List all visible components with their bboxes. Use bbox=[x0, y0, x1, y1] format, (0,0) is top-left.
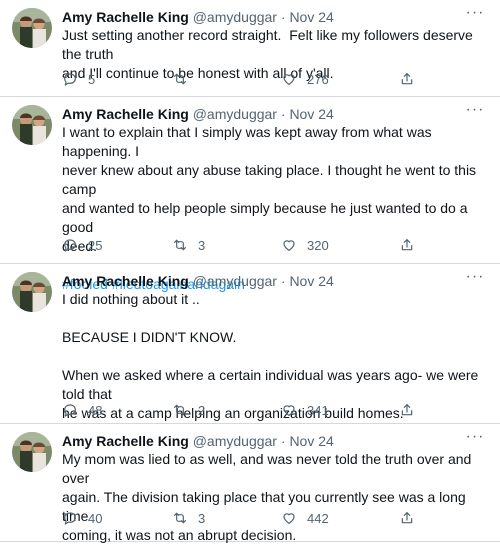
like-button[interactable]: 276 bbox=[281, 71, 329, 89]
retweet-icon bbox=[172, 71, 198, 90]
heart-icon bbox=[281, 71, 307, 90]
tweet-content: Amy Rachelle King @amyduggar · Nov 24 ···… bbox=[62, 269, 486, 423]
heart-icon bbox=[281, 402, 307, 421]
tweet-header: Amy Rachelle King @amyduggar · Nov 24 bbox=[62, 272, 486, 290]
like-button[interactable]: 320 bbox=[281, 237, 329, 255]
share-icon bbox=[399, 510, 425, 529]
retweet-count: 2 bbox=[198, 403, 206, 418]
author-handle[interactable]: @amyduggar bbox=[193, 106, 277, 122]
reply-button[interactable]: 5 bbox=[62, 71, 95, 89]
author-handle[interactable]: @amyduggar bbox=[193, 9, 277, 25]
avatar[interactable] bbox=[12, 8, 52, 48]
reply-count: 40 bbox=[88, 511, 103, 526]
tweet-text: My mom was lied to as well, and was neve… bbox=[62, 451, 472, 543]
more-icon[interactable]: ··· bbox=[464, 5, 486, 24]
tweet-actions: 48 2 341 bbox=[62, 402, 422, 420]
like-count: 320 bbox=[307, 238, 329, 253]
share-button[interactable] bbox=[399, 71, 425, 89]
tweet-date[interactable]: Nov 24 bbox=[289, 273, 333, 289]
share-button[interactable] bbox=[399, 237, 425, 255]
separator-dot: · bbox=[280, 273, 286, 289]
retweet-button[interactable]: 3 bbox=[172, 237, 205, 255]
tweet-header: Amy Rachelle King @amyduggar · Nov 24 bbox=[62, 8, 486, 26]
reply-icon bbox=[62, 237, 88, 256]
share-icon bbox=[399, 402, 425, 421]
author-handle[interactable]: @amyduggar bbox=[193, 273, 277, 289]
author-name[interactable]: Amy Rachelle King bbox=[62, 273, 189, 289]
separator-dot: · bbox=[280, 433, 286, 449]
reply-button[interactable]: 25 bbox=[62, 237, 102, 255]
reply-button[interactable]: 40 bbox=[62, 510, 102, 528]
reply-count: 25 bbox=[88, 238, 103, 253]
author-name[interactable]: Amy Rachelle King bbox=[62, 433, 189, 449]
tweet-date[interactable]: Nov 24 bbox=[289, 9, 333, 25]
tweet-header: Amy Rachelle King @amyduggar · Nov 24 bbox=[62, 432, 486, 450]
tweet-actions: 40 3 442 bbox=[62, 510, 422, 528]
like-count: 341 bbox=[307, 403, 329, 418]
separator-dot: · bbox=[280, 106, 286, 122]
tweet-actions: 25 3 320 bbox=[62, 237, 422, 255]
tweet[interactable]: Amy Rachelle King @amyduggar · Nov 24 ···… bbox=[0, 97, 500, 292]
more-icon[interactable]: ··· bbox=[464, 102, 486, 121]
retweet-count: 3 bbox=[198, 238, 206, 253]
retweet-icon bbox=[172, 402, 198, 421]
like-button[interactable]: 341 bbox=[281, 402, 329, 420]
like-button[interactable]: 442 bbox=[281, 510, 329, 528]
tweet[interactable]: Amy Rachelle King @amyduggar · Nov 24 ···… bbox=[0, 0, 500, 97]
avatar[interactable] bbox=[12, 432, 52, 472]
like-count: 442 bbox=[307, 511, 329, 526]
retweet-icon bbox=[172, 510, 198, 529]
author-name[interactable]: Amy Rachelle King bbox=[62, 9, 189, 25]
heart-icon bbox=[281, 237, 307, 256]
tweet-header: Amy Rachelle King @amyduggar · Nov 24 bbox=[62, 105, 486, 123]
retweet-button[interactable]: 3 bbox=[172, 510, 205, 528]
separator-dot: · bbox=[280, 9, 286, 25]
tweet-date[interactable]: Nov 24 bbox=[289, 433, 333, 449]
like-count: 276 bbox=[307, 72, 329, 87]
more-icon[interactable]: ··· bbox=[464, 429, 486, 448]
share-button[interactable] bbox=[399, 510, 425, 528]
reply-button[interactable]: 48 bbox=[62, 402, 102, 420]
retweet-count: 3 bbox=[198, 511, 206, 526]
retweet-icon bbox=[172, 237, 198, 256]
reply-count: 48 bbox=[88, 403, 103, 418]
share-button[interactable] bbox=[399, 402, 425, 420]
reply-count: 5 bbox=[88, 72, 96, 87]
retweet-button[interactable]: 2 bbox=[172, 402, 205, 420]
share-icon bbox=[399, 237, 425, 256]
share-icon bbox=[399, 71, 425, 90]
author-handle[interactable]: @amyduggar bbox=[193, 433, 277, 449]
tweet[interactable]: Amy Rachelle King @amyduggar · Nov 24 ···… bbox=[0, 424, 500, 543]
author-name[interactable]: Amy Rachelle King bbox=[62, 106, 189, 122]
heart-icon bbox=[281, 510, 307, 529]
tweet-date[interactable]: Nov 24 bbox=[289, 106, 333, 122]
avatar[interactable] bbox=[12, 105, 52, 145]
reply-icon bbox=[62, 510, 88, 529]
reply-icon bbox=[62, 402, 88, 421]
more-icon[interactable]: ··· bbox=[464, 269, 486, 288]
reply-icon bbox=[62, 71, 88, 90]
tweet[interactable]: Amy Rachelle King @amyduggar · Nov 24 ···… bbox=[0, 264, 500, 424]
tweet-actions: 5 276 bbox=[62, 71, 422, 89]
avatar[interactable] bbox=[12, 272, 52, 312]
retweet-button[interactable] bbox=[172, 71, 198, 89]
